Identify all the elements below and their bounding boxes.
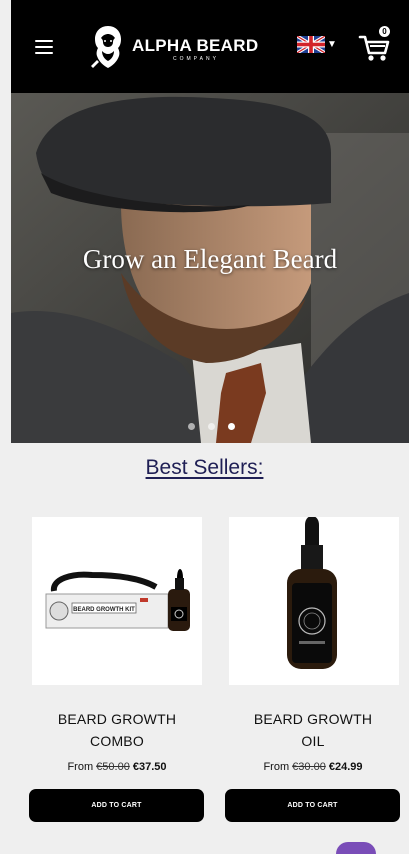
hero-title: Grow an Elegant Beard (82, 244, 338, 274)
price-prefix: From (67, 761, 94, 773)
language-selector[interactable]: ▼ (297, 36, 339, 54)
product-title-line1[interactable]: BEARD GROWTH (27, 708, 207, 730)
old-price: €30.00 (292, 761, 326, 773)
beard-growth-kit-image: BEARD GROWTH KIT (45, 569, 190, 631)
section-title[interactable]: Best Sellers: (0, 456, 409, 480)
chat-widget-icon[interactable] (336, 842, 376, 854)
add-to-cart-button[interactable]: ADD TO CART (225, 789, 400, 822)
sale-price: €37.50 (132, 761, 167, 773)
carousel-dot-3[interactable] (228, 423, 235, 430)
kit-box-label: BEARD GROWTH KIT (73, 607, 135, 613)
product-image-card[interactable] (229, 516, 399, 685)
chevron-down-icon: ▼ (327, 39, 337, 50)
product-title-line2[interactable]: OIL (223, 730, 403, 752)
product-image-card[interactable]: BEARD GROWTH KIT (32, 517, 202, 685)
logo[interactable]: ALPHA BEARD COMPANY (87, 22, 277, 72)
cart-icon (358, 35, 390, 61)
carousel-dot-2[interactable] (208, 423, 215, 430)
carousel-dots (188, 423, 248, 433)
price-prefix: From (263, 761, 290, 773)
product-price: From €30.00 €24.99 (223, 761, 403, 773)
site-header: ALPHA BEARD COMPANY ▼ 0 (11, 0, 409, 93)
product-title-line1[interactable]: BEARD GROWTH (223, 708, 403, 730)
brand-subtitle: COMPANY (173, 56, 219, 62)
beard-oil-bottle-image (287, 516, 337, 669)
cart-button[interactable]: 0 (357, 25, 397, 65)
page: ALPHA BEARD COMPANY ▼ 0 Grow an Elegant … (0, 0, 409, 854)
cart-count-badge: 0 (379, 26, 390, 37)
bearded-man-logo-icon (91, 26, 121, 68)
old-price: €50.00 (96, 761, 130, 773)
product-title-line2[interactable]: COMBO (27, 730, 207, 752)
brand-name: ALPHA BEARD (132, 36, 259, 55)
product-price: From €50.00 €37.50 (27, 761, 207, 773)
carousel-dot-1[interactable] (188, 423, 195, 430)
uk-flag-icon (297, 36, 325, 53)
add-to-cart-button[interactable]: ADD TO CART (29, 789, 204, 822)
hamburger-icon[interactable] (35, 40, 53, 54)
sale-price: €24.99 (328, 761, 363, 773)
hero-banner[interactable]: Grow an Elegant Beard (11, 93, 409, 443)
